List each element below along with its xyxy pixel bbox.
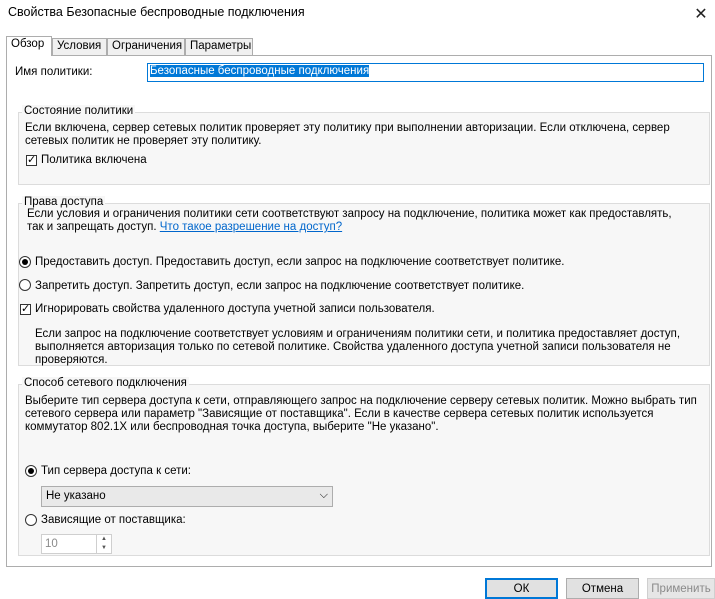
access-help-link[interactable]: Что такое разрешение на доступ? (160, 221, 342, 233)
vendor-specific-radio[interactable] (25, 514, 37, 526)
tab-overview[interactable]: Обзор (6, 36, 52, 56)
stepper-arrows-icon: ▲ ▼ (96, 535, 111, 553)
server-type-value: Не указано (46, 490, 106, 502)
vendor-code-stepper: 10 ▲ ▼ (41, 534, 112, 554)
policy-enabled-label: Политика включена (41, 154, 147, 166)
policy-name-input[interactable]: Безопасные беспроводные подключения (147, 63, 704, 82)
access-desc-2-row: так и запрещать доступ. Что такое разреш… (27, 221, 342, 234)
vendor-code-value: 10 (45, 538, 58, 550)
ignore-desc-1: Если запрос на подключение соответствует… (35, 328, 681, 340)
connection-method-title: Способ сетевого подключения (22, 377, 189, 389)
server-type-select[interactable]: Не указано ⌵ (41, 486, 333, 507)
access-title: Права доступа (22, 196, 106, 208)
access-desc-2: так и запрещать доступ. (27, 221, 157, 233)
policy-state-desc-1: Если включена, сервер сетевых политик пр… (25, 122, 670, 134)
access-desc-1: Если условия и ограничения политики сети… (27, 208, 672, 220)
connection-desc-3: коммутатор 802.1X или беспроводная точка… (25, 421, 439, 433)
cancel-button[interactable]: Отмена (566, 578, 639, 599)
deny-access-radio[interactable] (19, 279, 31, 291)
policy-name-value: Безопасные беспроводные подключения (150, 65, 370, 77)
deny-access-label: Запретить доступ. Запретить доступ, если… (35, 280, 525, 292)
grant-access-label: Предоставить доступ. Предоставить доступ… (35, 256, 565, 268)
server-type-radio[interactable] (25, 465, 37, 477)
policy-enabled-checkbox[interactable] (26, 153, 37, 166)
chevron-down-icon: ⌵ (319, 489, 328, 501)
grant-access-radio[interactable] (19, 256, 31, 268)
connection-desc-1: Выберите тип сервера доступа к сети, отп… (25, 395, 697, 407)
close-icon[interactable]: ✕ (687, 0, 715, 28)
connection-desc-2: сетевого сервера или параметр "Зависящие… (25, 408, 654, 420)
title-bar: Свойства Безопасные беспроводные подключ… (0, 0, 715, 28)
server-type-label: Тип сервера доступа к сети: (41, 465, 191, 477)
tab-conditions[interactable]: Условия (52, 38, 107, 55)
ignore-desc-2: выполняется авторизация только по сетево… (35, 341, 671, 353)
policy-state-desc-2: сетевых политик не проверяет эту политик… (25, 135, 262, 147)
apply-button[interactable]: Применить (647, 578, 715, 599)
ok-button[interactable]: ОК (485, 578, 558, 599)
tab-settings[interactable]: Параметры (185, 38, 253, 55)
ignore-desc-3: проверяются. (35, 354, 108, 366)
ignore-dialin-checkbox[interactable] (20, 302, 31, 315)
tab-constraints[interactable]: Ограничения (107, 38, 185, 55)
policy-name-label: Имя политики: (15, 66, 93, 78)
vendor-specific-label: Зависящие от поставщика: (41, 514, 186, 526)
window-title: Свойства Безопасные беспроводные подключ… (8, 5, 305, 19)
ignore-dialin-label: Игнорировать свойства удаленного доступа… (35, 303, 435, 315)
policy-state-title: Состояние политики (22, 105, 136, 117)
